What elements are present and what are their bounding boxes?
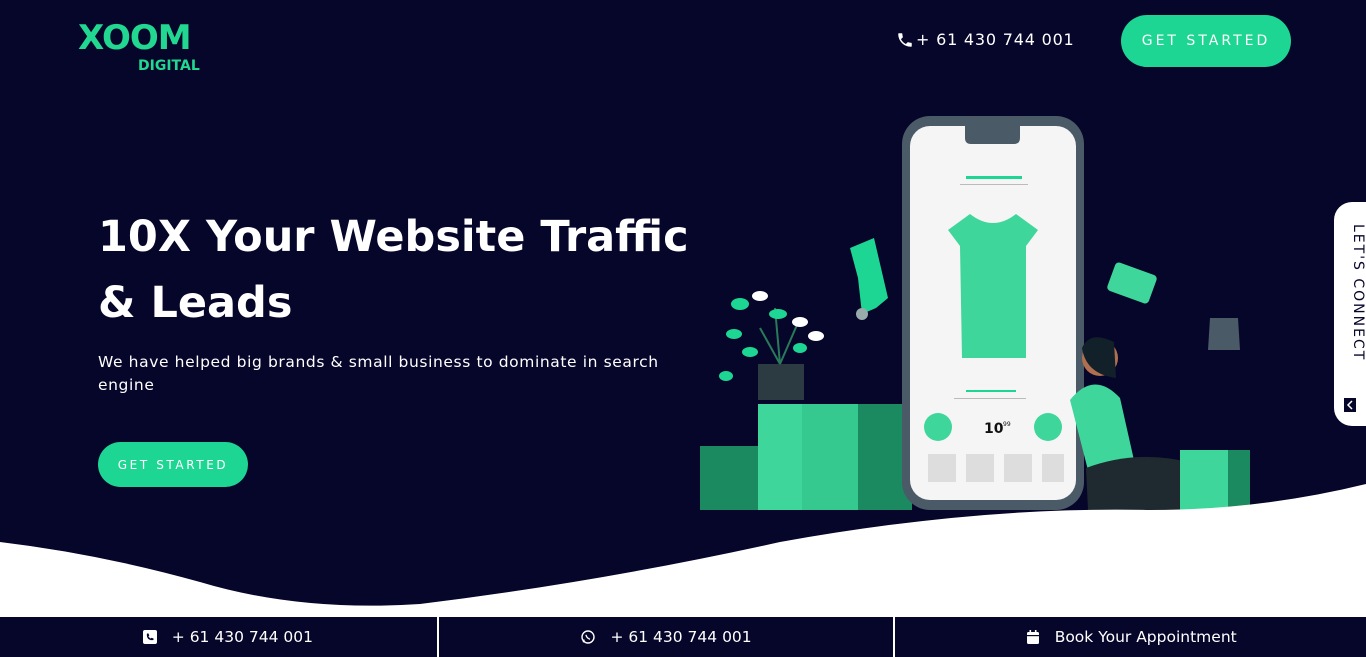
logo[interactable]: XOOM DIGITAL [78,12,202,78]
phone-mockup: 10 99 [902,116,1084,510]
get-started-button-header[interactable]: GET STARTED [1121,15,1291,67]
bottom-book-label: Book Your Appointment [1054,628,1237,646]
bottom-call-button[interactable]: + 61 430 744 001 [0,617,437,657]
headline-line-2: & Leads [98,278,293,328]
hero-subline: We have helped big brands & small busine… [98,353,659,394]
bottom-whatsapp-label: + 61 430 744 001 [610,628,752,646]
shopping-illustration: 10 99 [700,116,1250,510]
arrow-left-icon [1344,398,1356,412]
headline-line-1: 10X Your Website Traffic [98,212,689,262]
phone-square-icon [142,630,157,644]
hero-section: XOOM DIGITAL + 61 430 744 001 GET STARTE… [0,0,1366,617]
bottom-whatsapp-button[interactable]: + 61 430 744 001 [439,617,894,657]
whatsapp-icon [581,630,596,644]
bottom-call-label: + 61 430 744 001 [171,628,313,646]
calendar-icon [1026,630,1039,644]
plant-icon [719,291,824,400]
phone-icon [898,32,912,47]
bottom-book-button[interactable]: Book Your Appointment [895,617,1366,657]
bottom-contact-bar: + 61 430 744 001 + 61 430 744 001 Book Y… [0,617,1366,657]
header-phone-number: + 61 430 744 001 [916,30,1075,49]
lets-connect-label: LET'S CONNECT [1350,224,1366,362]
logo-word: XOOM [78,18,192,58]
header-phone[interactable]: + 61 430 744 001 [896,30,1075,49]
price-cents: 99 [1003,421,1011,428]
sock-icon [850,238,888,320]
shopping-bag-icon [1208,318,1240,350]
lets-connect-tab[interactable]: LET'S CONNECT [1334,202,1366,426]
price-main: 10 [984,421,1004,437]
credit-card-icon [1107,262,1157,304]
hero-headline: 10X Your Website Traffic & Leads [98,204,698,336]
hero-wave-divider [0,484,1366,617]
logo-sub: DIGITAL [138,58,200,74]
